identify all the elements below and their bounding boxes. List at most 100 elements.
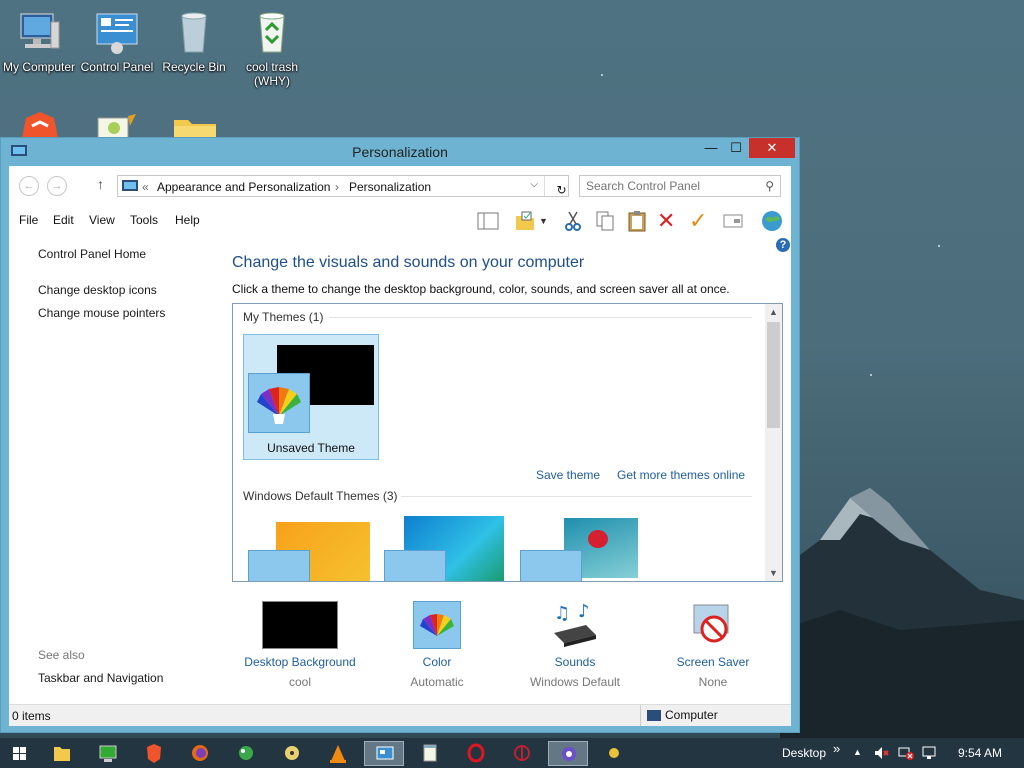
taskbar-file-explorer[interactable] <box>42 741 82 766</box>
my-themes-heading: My Themes (1) <box>243 310 324 324</box>
search-icon[interactable]: ⚲ <box>765 179 774 193</box>
sidebar-taskbar-navigation[interactable]: Taskbar and Navigation <box>38 671 163 685</box>
checkmark-icon[interactable]: ✓ <box>689 210 711 232</box>
taskbar-app-red[interactable] <box>502 741 542 766</box>
sounds-setting[interactable]: ♫ ♪ Sounds Windows Default <box>518 601 632 689</box>
desktop-background-label[interactable]: Desktop Background <box>232 655 368 669</box>
color-setting[interactable]: Color Automatic <box>392 601 482 689</box>
address-bar[interactable]: « Appearance and Personalization › Perso… <box>117 175 569 197</box>
firefox-icon <box>192 745 208 761</box>
screen-saver-label[interactable]: Screen Saver <box>662 655 764 669</box>
start-button[interactable] <box>0 741 40 766</box>
breadcrumb-separator[interactable]: › <box>335 180 339 194</box>
taskbar-app-yellow[interactable] <box>594 741 634 766</box>
control-panel-icon <box>376 746 394 760</box>
status-location: Computer <box>640 705 718 726</box>
desktop-icon-label: cool trash (WHY) <box>245 60 299 88</box>
taskbar-brave[interactable] <box>134 741 174 766</box>
sidebar-control-panel-home[interactable]: Control Panel Home <box>38 247 146 261</box>
breadcrumb-appearance[interactable]: Appearance and Personalization <box>157 180 330 194</box>
theme-windows[interactable] <box>248 522 370 581</box>
section-divider <box>329 317 752 318</box>
windows-default-themes-heading: Windows Default Themes (3) <box>243 489 398 503</box>
forward-button[interactable]: → <box>47 176 67 196</box>
taskbar-notepad[interactable] <box>410 741 450 766</box>
get-more-themes-link[interactable]: Get more themes online <box>617 468 745 482</box>
taskbar-personalization[interactable] <box>364 741 404 766</box>
theme-color-swatch <box>248 550 310 581</box>
title-bar[interactable]: Personalization — ☐ ✕ <box>1 138 799 166</box>
theme-list-scrollbar[interactable]: ▲ ▼ <box>765 304 782 581</box>
maximize-button[interactable]: ☐ <box>723 138 749 158</box>
desktop-icon-control-panel[interactable]: Control Panel <box>78 8 156 74</box>
scroll-down-icon[interactable]: ▼ <box>765 565 782 581</box>
screen-saver-value: None <box>698 675 728 689</box>
minimize-button[interactable]: — <box>698 138 724 158</box>
mountain-wallpaper <box>780 488 1024 740</box>
sidebar-change-desktop-icons[interactable]: Change desktop icons <box>38 283 157 297</box>
personalization-window: Personalization — ☐ ✕ ← → ↑ « Appearance… <box>0 137 800 733</box>
theme-flowers[interactable] <box>520 518 642 581</box>
copy-icon[interactable] <box>594 210 616 232</box>
desktop-toolbar-label[interactable]: Desktop <box>782 746 826 760</box>
network-error-icon[interactable] <box>898 746 914 760</box>
folder-options-icon[interactable] <box>514 210 536 232</box>
screen-saver-setting[interactable]: Screen Saver None <box>662 601 764 689</box>
action-center-icon[interactable] <box>922 746 938 760</box>
properties-icon[interactable] <box>722 210 744 232</box>
sidebar-change-mouse-pointers[interactable]: Change mouse pointers <box>38 306 165 320</box>
theme-unsaved[interactable]: Unsaved Theme <box>243 334 379 460</box>
window-title: Personalization <box>352 144 448 160</box>
layout-pane-icon[interactable] <box>477 210 499 232</box>
address-overflow-chevron[interactable]: « <box>142 180 149 194</box>
desktop-icon-cool-trash[interactable]: cool trash (WHY) <box>233 8 311 88</box>
taskbar-system-monitor[interactable] <box>88 741 128 766</box>
gear-icon <box>562 747 576 761</box>
menu-edit[interactable]: Edit <box>53 213 74 227</box>
vlc-icon <box>330 745 346 763</box>
theme-color-swatch <box>384 550 446 581</box>
show-hidden-icons[interactable]: ▲ <box>853 747 862 757</box>
breadcrumb-personalization[interactable]: Personalization <box>349 180 431 194</box>
taskbar-opera[interactable] <box>456 741 496 766</box>
notepad-icon <box>423 744 437 762</box>
taskbar-settings[interactable] <box>548 741 588 766</box>
clock[interactable]: 9:54 AM <box>958 746 1002 760</box>
theme-lines-and-colors[interactable] <box>384 516 506 581</box>
chevron-down-icon[interactable]: ⌵ <box>530 179 538 190</box>
dropdown-arrow-icon[interactable]: ▼ <box>539 210 551 232</box>
save-theme-link[interactable]: Save theme <box>536 468 600 482</box>
volume-muted-icon[interactable] <box>874 746 890 760</box>
menu-help[interactable]: Help <box>175 213 200 227</box>
taskbar-vlc[interactable] <box>318 741 358 766</box>
paste-icon[interactable] <box>626 210 648 232</box>
menu-bar: File Edit View Tools Help ▼ ✕ ✓ <box>9 204 791 234</box>
up-button[interactable]: ↑ <box>97 176 104 192</box>
desktop-icon-recycle-bin[interactable]: Recycle Bin <box>155 8 233 74</box>
brave-icon[interactable] <box>18 112 62 138</box>
cut-icon[interactable] <box>562 210 584 232</box>
back-button[interactable]: ← <box>19 176 39 196</box>
notepad-icon[interactable] <box>94 114 138 139</box>
menu-tools[interactable]: Tools <box>130 213 158 227</box>
taskbar-app-green[interactable] <box>226 741 266 766</box>
search-input[interactable] <box>586 177 756 195</box>
refresh-button[interactable]: ↻ <box>544 176 568 197</box>
sounds-label[interactable]: Sounds <box>518 655 632 669</box>
menu-view[interactable]: View <box>89 213 115 227</box>
scrollbar-thumb[interactable] <box>767 322 780 428</box>
desktop-icon-my-computer[interactable]: My Computer <box>0 8 78 74</box>
menu-file[interactable]: File <box>19 213 38 227</box>
color-label[interactable]: Color <box>392 655 482 669</box>
scroll-up-icon[interactable]: ▲ <box>765 304 782 320</box>
theme-list: My Themes (1) Unsaved Theme Save theme G… <box>232 303 783 582</box>
folder-icon[interactable] <box>172 116 218 138</box>
taskbar-firefox[interactable] <box>180 741 220 766</box>
taskbar-disc-app[interactable] <box>272 741 312 766</box>
close-button[interactable]: ✕ <box>749 138 795 158</box>
search-box: ⚲ <box>579 175 781 197</box>
globe-icon[interactable] <box>761 210 783 232</box>
toolbar-chevron[interactable]: » <box>833 741 840 756</box>
delete-icon[interactable]: ✕ <box>657 210 679 232</box>
desktop-background-setting[interactable]: Desktop Background cool <box>232 601 368 689</box>
